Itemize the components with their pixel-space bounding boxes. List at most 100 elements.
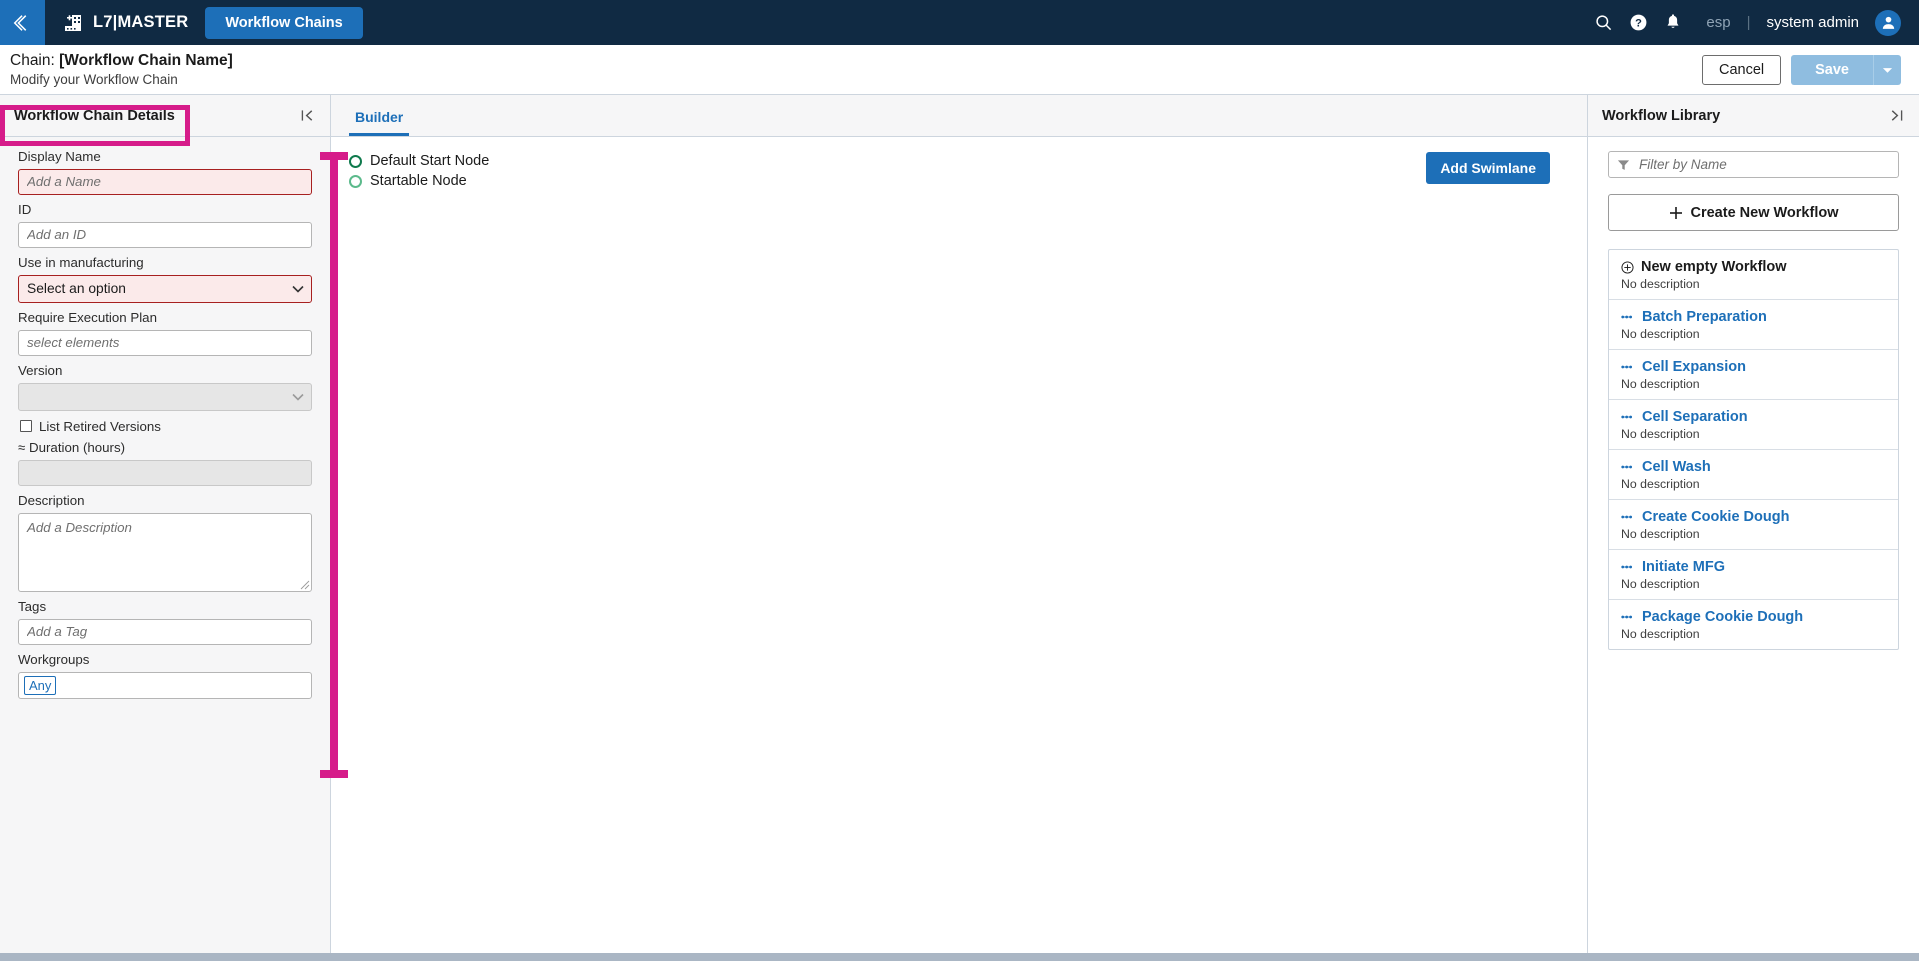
list-item-title[interactable]: Cell Separation bbox=[1642, 409, 1748, 425]
list-item-description: No description bbox=[1621, 527, 1700, 541]
builder-panel: Builder Default Start Node Startable Nod… bbox=[331, 95, 1588, 953]
use-in-manufacturing-label: Use in manufacturing bbox=[18, 254, 144, 270]
version-label: Version bbox=[18, 362, 63, 378]
list-item-title-row: Cell Separation bbox=[1621, 409, 1886, 425]
list-item-title-row: New empty Workflow bbox=[1621, 259, 1886, 275]
bottom-strip bbox=[0, 953, 1919, 961]
filter-by-name-input[interactable] bbox=[1608, 151, 1899, 178]
page-title-group: Chain: [Workflow Chain Name] Modify your… bbox=[10, 52, 233, 87]
description-textarea[interactable] bbox=[18, 512, 312, 592]
duration-input bbox=[18, 459, 312, 486]
description-label: Description bbox=[18, 492, 85, 508]
list-item[interactable]: Cell Separation No description bbox=[1609, 400, 1898, 450]
list-item[interactable]: Cell Expansion No description bbox=[1609, 350, 1898, 400]
use-in-manufacturing-select-wrap: Select an option bbox=[18, 274, 312, 303]
tab-builder[interactable]: Builder bbox=[349, 109, 410, 136]
list-item-title-row: Package Cookie Dough bbox=[1621, 609, 1886, 625]
list-item-description: No description bbox=[1621, 577, 1700, 591]
list-item-title[interactable]: Batch Preparation bbox=[1642, 309, 1767, 325]
field-use-in-manufacturing: Use in manufacturing Select an option bbox=[18, 255, 312, 303]
list-item-title[interactable]: Package Cookie Dough bbox=[1642, 609, 1803, 625]
top-navigation-bar: L7|MASTER Workflow Chains ? esp | system… bbox=[0, 0, 1919, 45]
user-name-label[interactable]: system admin bbox=[1766, 14, 1859, 31]
page-title: Chain: [Workflow Chain Name] bbox=[10, 52, 233, 70]
list-item[interactable]: Initiate MFG No description bbox=[1609, 550, 1898, 600]
page-subtitle: Modify your Workflow Chain bbox=[10, 72, 178, 87]
builder-tabbar: Builder bbox=[331, 95, 1587, 137]
field-tags: Tags bbox=[18, 599, 312, 645]
list-item-title[interactable]: Cell Expansion bbox=[1642, 359, 1746, 375]
list-item-description: No description bbox=[1621, 327, 1700, 341]
field-description: Description bbox=[18, 493, 312, 592]
workgroup-chip[interactable]: Any bbox=[24, 675, 57, 695]
field-version: Version bbox=[18, 363, 312, 411]
field-display-name: Display Name bbox=[18, 149, 312, 195]
list-item-description: No description bbox=[1621, 277, 1700, 291]
list-item-title-row: Create Cookie Dough bbox=[1621, 509, 1886, 525]
filter-field bbox=[1608, 151, 1899, 178]
list-item-title[interactable]: Cell Wash bbox=[1642, 459, 1711, 475]
brand-label: L7|MASTER bbox=[93, 13, 189, 31]
circle-outline-icon bbox=[349, 154, 362, 168]
list-retired-versions-label: List Retired Versions bbox=[39, 418, 161, 434]
list-item-title-row: Initiate MFG bbox=[1621, 559, 1886, 575]
bell-icon[interactable] bbox=[1664, 13, 1682, 32]
add-swimlane-button[interactable]: Add Swimlane bbox=[1426, 152, 1550, 184]
field-require-execution-plan: Require Execution Plan bbox=[18, 310, 312, 356]
save-button[interactable]: Save bbox=[1791, 54, 1873, 85]
cancel-button[interactable]: Cancel bbox=[1701, 54, 1782, 85]
language-selector[interactable]: esp bbox=[1698, 14, 1730, 31]
building-plus-icon bbox=[62, 12, 83, 33]
work-area: Workflow Chain Details Display Name ID U… bbox=[0, 95, 1919, 953]
list-item[interactable]: Package Cookie Dough No description bbox=[1609, 600, 1898, 649]
chevron-double-left-icon bbox=[13, 14, 26, 31]
builder-canvas[interactable]: Default Start Node Startable Node Add Sw… bbox=[331, 137, 1587, 953]
require-execution-plan-input[interactable] bbox=[18, 329, 312, 356]
nav-tab-workflow-chains[interactable]: Workflow Chains bbox=[205, 6, 363, 39]
list-retired-versions-checkbox[interactable] bbox=[20, 420, 32, 433]
list-item-description: No description bbox=[1621, 627, 1700, 641]
list-item-title[interactable]: Create Cookie Dough bbox=[1642, 509, 1789, 525]
save-options-button[interactable] bbox=[1873, 54, 1901, 85]
description-wrap bbox=[18, 512, 312, 592]
workflow-library-panel: Workflow Library Filter by Name Create N… bbox=[1588, 95, 1919, 953]
builder-legend: Default Start Node Startable Node bbox=[349, 153, 489, 193]
back-button[interactable] bbox=[0, 0, 45, 45]
use-in-manufacturing-select[interactable]: Select an option bbox=[18, 274, 312, 303]
workflow-dots-icon bbox=[1621, 565, 1633, 569]
field-list-retired-versions: List Retired Versions bbox=[20, 419, 312, 434]
list-item[interactable]: New empty Workflow No description bbox=[1609, 250, 1898, 300]
legend-label: Default Start Node bbox=[370, 153, 490, 169]
workflow-dots-icon bbox=[1621, 315, 1633, 319]
tags-input[interactable] bbox=[18, 618, 312, 645]
search-icon[interactable] bbox=[1594, 13, 1613, 32]
page-title-value: [Workflow Chain Name] bbox=[59, 52, 233, 69]
list-item[interactable]: Cell Wash No description bbox=[1609, 450, 1898, 500]
list-item[interactable]: Create Cookie Dough No description bbox=[1609, 500, 1898, 550]
user-avatar-icon bbox=[1882, 16, 1894, 29]
version-select-wrap bbox=[18, 382, 312, 411]
caret-down-icon bbox=[1882, 67, 1893, 73]
collapse-right-icon[interactable] bbox=[1888, 107, 1905, 124]
create-new-workflow-button[interactable]: Create New Workflow bbox=[1608, 194, 1899, 231]
list-item-title[interactable]: Initiate MFG bbox=[1642, 559, 1725, 575]
help-circle-icon[interactable]: ? bbox=[1629, 13, 1648, 32]
page-actions: Cancel Save bbox=[1701, 54, 1901, 85]
list-item-title-row: Batch Preparation bbox=[1621, 309, 1886, 325]
field-duration: ≈ Duration (hours) bbox=[18, 440, 312, 486]
workflow-dots-icon bbox=[1621, 365, 1633, 369]
id-input[interactable] bbox=[18, 221, 312, 248]
display-name-input[interactable] bbox=[18, 168, 312, 195]
workflow-dots-icon bbox=[1621, 615, 1633, 619]
avatar[interactable] bbox=[1875, 9, 1901, 36]
nav-separator: | bbox=[1746, 14, 1751, 31]
plus-circle-icon bbox=[1621, 260, 1634, 274]
right-panel-title: Workflow Library bbox=[1602, 107, 1721, 124]
collapse-left-icon[interactable] bbox=[299, 107, 316, 124]
workflow-chain-details-panel: Workflow Chain Details Display Name ID U… bbox=[0, 95, 331, 953]
workflow-dots-icon bbox=[1621, 515, 1633, 519]
workgroups-chipbox[interactable]: Any bbox=[18, 671, 312, 699]
list-item-description: No description bbox=[1621, 427, 1700, 441]
list-item[interactable]: Batch Preparation No description bbox=[1609, 300, 1898, 350]
field-workgroups: Workgroups Any bbox=[18, 652, 312, 699]
